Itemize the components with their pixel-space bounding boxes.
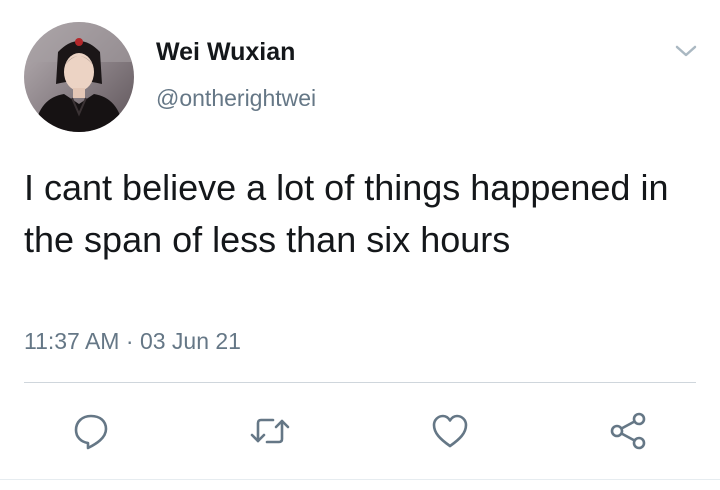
reply-icon [71, 411, 111, 451]
heart-icon [430, 411, 470, 451]
tweet-text: I cant believe a lot of things happened … [24, 167, 669, 260]
avatar[interactable] [24, 22, 134, 132]
divider [24, 382, 696, 383]
display-name[interactable]: Wei Wuxian [156, 38, 295, 67]
chevron-down-icon[interactable] [672, 40, 700, 62]
user-handle[interactable]: @ontherightwei [156, 85, 316, 112]
retweet-icon [249, 411, 291, 451]
tweet-card: Wei Wuxian @ontherightwei I cant believe… [0, 0, 720, 490]
tweet-timestamp[interactable]: 11:37 AM · 03 Jun 21 [24, 328, 241, 355]
retweet-button[interactable] [249, 410, 291, 452]
share-icon [608, 411, 650, 451]
bottom-divider [0, 479, 720, 480]
like-button[interactable] [429, 410, 471, 452]
avatar-image [24, 22, 134, 132]
share-button[interactable] [608, 410, 650, 452]
timestamp-separator: · [125, 328, 134, 354]
reply-button[interactable] [70, 410, 112, 452]
tweet-time: 11:37 AM [24, 328, 120, 354]
tweet-date: 03 Jun 21 [139, 328, 241, 354]
